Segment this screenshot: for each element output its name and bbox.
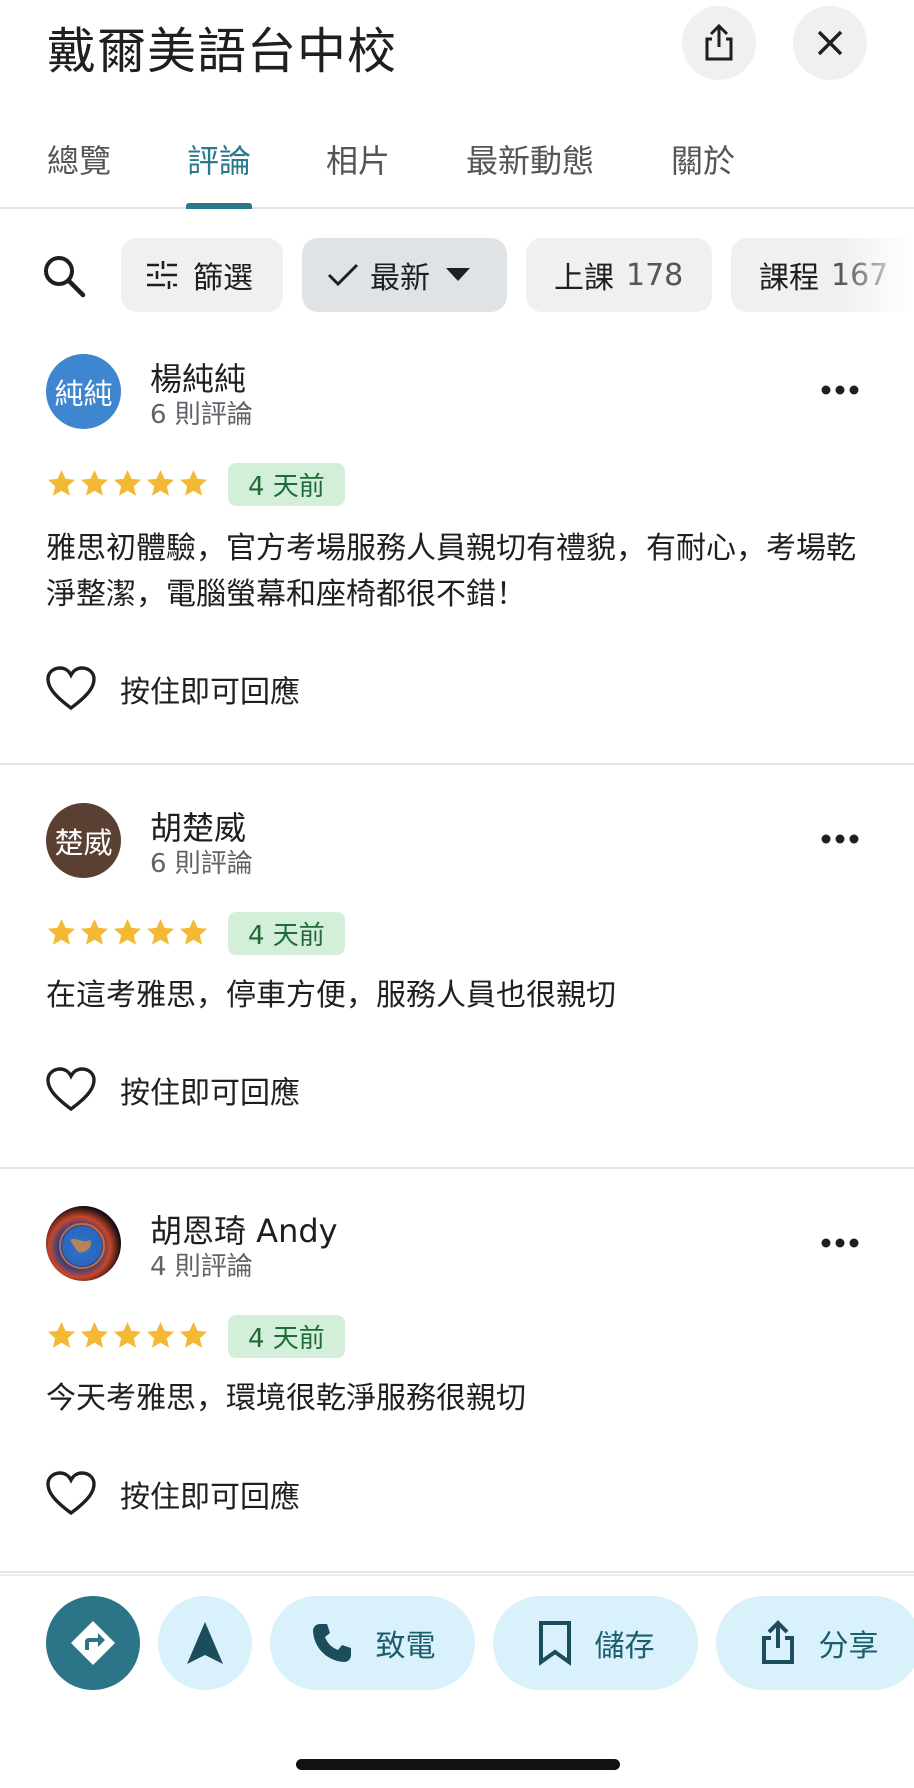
star-icon [146,1321,175,1348]
review-card: 楚威 胡楚威 6 則評論 4 天前 在這考雅思，停車方便，服務人員也很親切 按住… [0,767,914,1169]
heart-icon [46,1067,96,1112]
avatar[interactable]: 純純 [46,354,121,429]
review-card: 純純 楊純純 6 則評論 4 天前 雅思初體驗，官方考場服務人員親切有禮貌，有耐… [0,330,914,765]
star-rating [46,917,209,948]
share-icon [761,1620,794,1664]
more-options-icon[interactable] [820,1237,860,1249]
phone-icon [312,1624,351,1662]
action-bar: 致電 儲存 分享 [0,1574,914,1788]
review-page: 戴爾美語台中校 總覽 評論 相片 最新動態 關於 篩選 最新 上課 178 課程… [0,0,914,1788]
star-icon [113,918,142,945]
topic-chip-label: 上課 [554,261,614,296]
star-icon [80,918,109,945]
check-icon [327,263,359,287]
react-button[interactable]: 按住即可回應 [46,1067,300,1113]
dropdown-arrow-icon [446,268,470,281]
react-label: 按住即可回應 [120,675,300,710]
close-icon [817,30,843,56]
review-time-badge: 4 天前 [228,463,345,506]
review-text: 今天考雅思，環境很乾淨服務很親切 [46,1381,526,1416]
star-icon [47,1321,76,1348]
more-options-icon[interactable] [820,833,860,845]
chip-scroll-fade [840,236,914,314]
react-button[interactable]: 按住即可回應 [46,666,300,712]
react-button[interactable]: 按住即可回應 [46,1471,300,1517]
page-title: 戴爾美語台中校 [47,23,398,80]
star-rating [46,468,209,499]
avatar[interactable] [46,1206,121,1281]
review-text: 在這考雅思，停車方便，服務人員也很親切 [46,978,616,1013]
share-label: 分享 [818,1629,879,1664]
filter-chip-label: 篩選 [193,261,253,296]
react-label: 按住即可回應 [120,1076,300,1111]
bookmark-icon [538,1621,571,1666]
tab-updates[interactable]: 最新動態 [466,136,594,182]
review-time-badge: 4 天前 [228,1315,345,1358]
tab-reviews[interactable]: 評論 [187,136,251,182]
home-indicator[interactable] [296,1759,620,1770]
navigation-arrow-icon [187,1622,223,1664]
tab-about[interactable]: 關於 [671,136,735,182]
star-rating [46,1320,209,1351]
star-icon [113,1321,142,1348]
topic-chip-label: 課程 [759,261,819,296]
search-icon[interactable] [40,252,88,300]
share-action-button[interactable]: 分享 [716,1596,914,1690]
reviewer-review-count: 6 則評論 [150,849,253,879]
star-icon [80,469,109,496]
directions-icon [71,1621,115,1665]
heart-icon [46,1471,96,1516]
react-label: 按住即可回應 [120,1480,300,1515]
share-icon [705,23,733,61]
save-button[interactable]: 儲存 [493,1596,698,1690]
star-icon [113,469,142,496]
share-button[interactable] [682,6,756,80]
reviewer-review-count: 6 則評論 [150,400,253,430]
call-button[interactable]: 致電 [270,1596,475,1690]
star-icon [146,918,175,945]
avatar[interactable]: 楚威 [46,803,121,878]
call-label: 致電 [375,1629,436,1664]
star-icon [179,469,208,496]
star-icon [80,1321,109,1348]
star-icon [179,918,208,945]
review-time-badge: 4 天前 [228,912,345,955]
review-card: 胡恩琦 Andy 4 則評論 4 天前 今天考雅思，環境很乾淨服務很親切 按住即… [0,1171,914,1573]
heart-icon [46,666,96,711]
tune-icon [147,261,177,289]
tab-photos[interactable]: 相片 [326,136,390,182]
save-label: 儲存 [594,1629,655,1664]
star-icon [47,469,76,496]
topic-chip-count: 178 [626,257,684,293]
navigate-button[interactable] [158,1596,252,1690]
tab-bar: 總覽 評論 相片 最新動態 關於 [0,108,914,209]
star-icon [47,918,76,945]
star-icon [179,1321,208,1348]
filter-chip[interactable]: 篩選 [121,238,283,312]
star-icon [146,469,175,496]
sort-chip-label: 最新 [370,261,430,296]
sort-chip[interactable]: 最新 [302,238,507,312]
earth-image [59,1223,105,1269]
close-button[interactable] [793,6,867,80]
tab-overview[interactable]: 總覽 [47,136,111,182]
active-tab-indicator [186,203,252,209]
more-options-icon[interactable] [820,384,860,396]
directions-button[interactable] [46,1596,140,1690]
topic-chip-class[interactable]: 上課 178 [526,238,712,312]
reviewer-review-count: 4 則評論 [150,1252,253,1282]
review-text: 雅思初體驗，官方考場服務人員親切有禮貌，有耐心，考場乾淨整潔，電腦螢幕和座椅都很… [46,531,856,612]
